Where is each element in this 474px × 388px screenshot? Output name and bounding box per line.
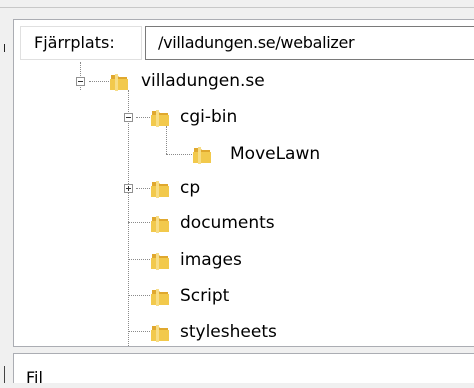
folder-icon — [151, 325, 169, 342]
tree-node-label: villadungen.se — [141, 71, 265, 91]
folder-icon — [151, 181, 169, 198]
tree-line — [128, 259, 150, 260]
folder-icon — [193, 147, 211, 164]
folder-icon — [151, 216, 169, 233]
tree-line — [128, 331, 150, 332]
remote-location-label: Fjärrplats: — [20, 26, 142, 60]
tree-line — [136, 188, 150, 189]
tree-line — [166, 154, 192, 155]
splitter-mark — [4, 44, 5, 52]
tree-node-label: cp — [180, 178, 201, 198]
folder-icon — [151, 253, 169, 270]
tree-line — [89, 81, 109, 82]
window-edge — [0, 0, 9, 383]
tree-node-label: stylesheets — [180, 322, 277, 342]
toolbar-divider — [0, 7, 474, 8]
tree-node-label: documents — [180, 213, 275, 233]
splitter-mark-bottom — [4, 366, 5, 383]
collapse-icon[interactable] — [76, 77, 85, 86]
tree-line — [166, 126, 167, 154]
tree-line — [128, 295, 150, 296]
tree-node-label: cgi-bin — [180, 107, 238, 127]
remote-directory-tree: villadungen.se cgi-bin MoveLawn cp docum… — [14, 62, 474, 346]
file-list-header-label: Fil — [26, 368, 43, 387]
folder-icon — [151, 110, 169, 127]
folder-icon — [110, 74, 128, 91]
collapse-icon[interactable] — [124, 113, 133, 122]
folder-icon — [151, 289, 169, 306]
tree-line — [128, 222, 150, 223]
tree-node-label: MoveLawn — [230, 144, 321, 164]
tree-node-label: Script — [180, 286, 230, 306]
tree-line — [128, 90, 129, 346]
expand-icon[interactable] — [124, 184, 133, 193]
tree-node-label: images — [180, 250, 242, 270]
remote-file-list-panel — [13, 353, 474, 383]
tree-line — [136, 117, 150, 118]
remote-location-input[interactable]: /villadungen.se/webalizer — [145, 26, 474, 60]
